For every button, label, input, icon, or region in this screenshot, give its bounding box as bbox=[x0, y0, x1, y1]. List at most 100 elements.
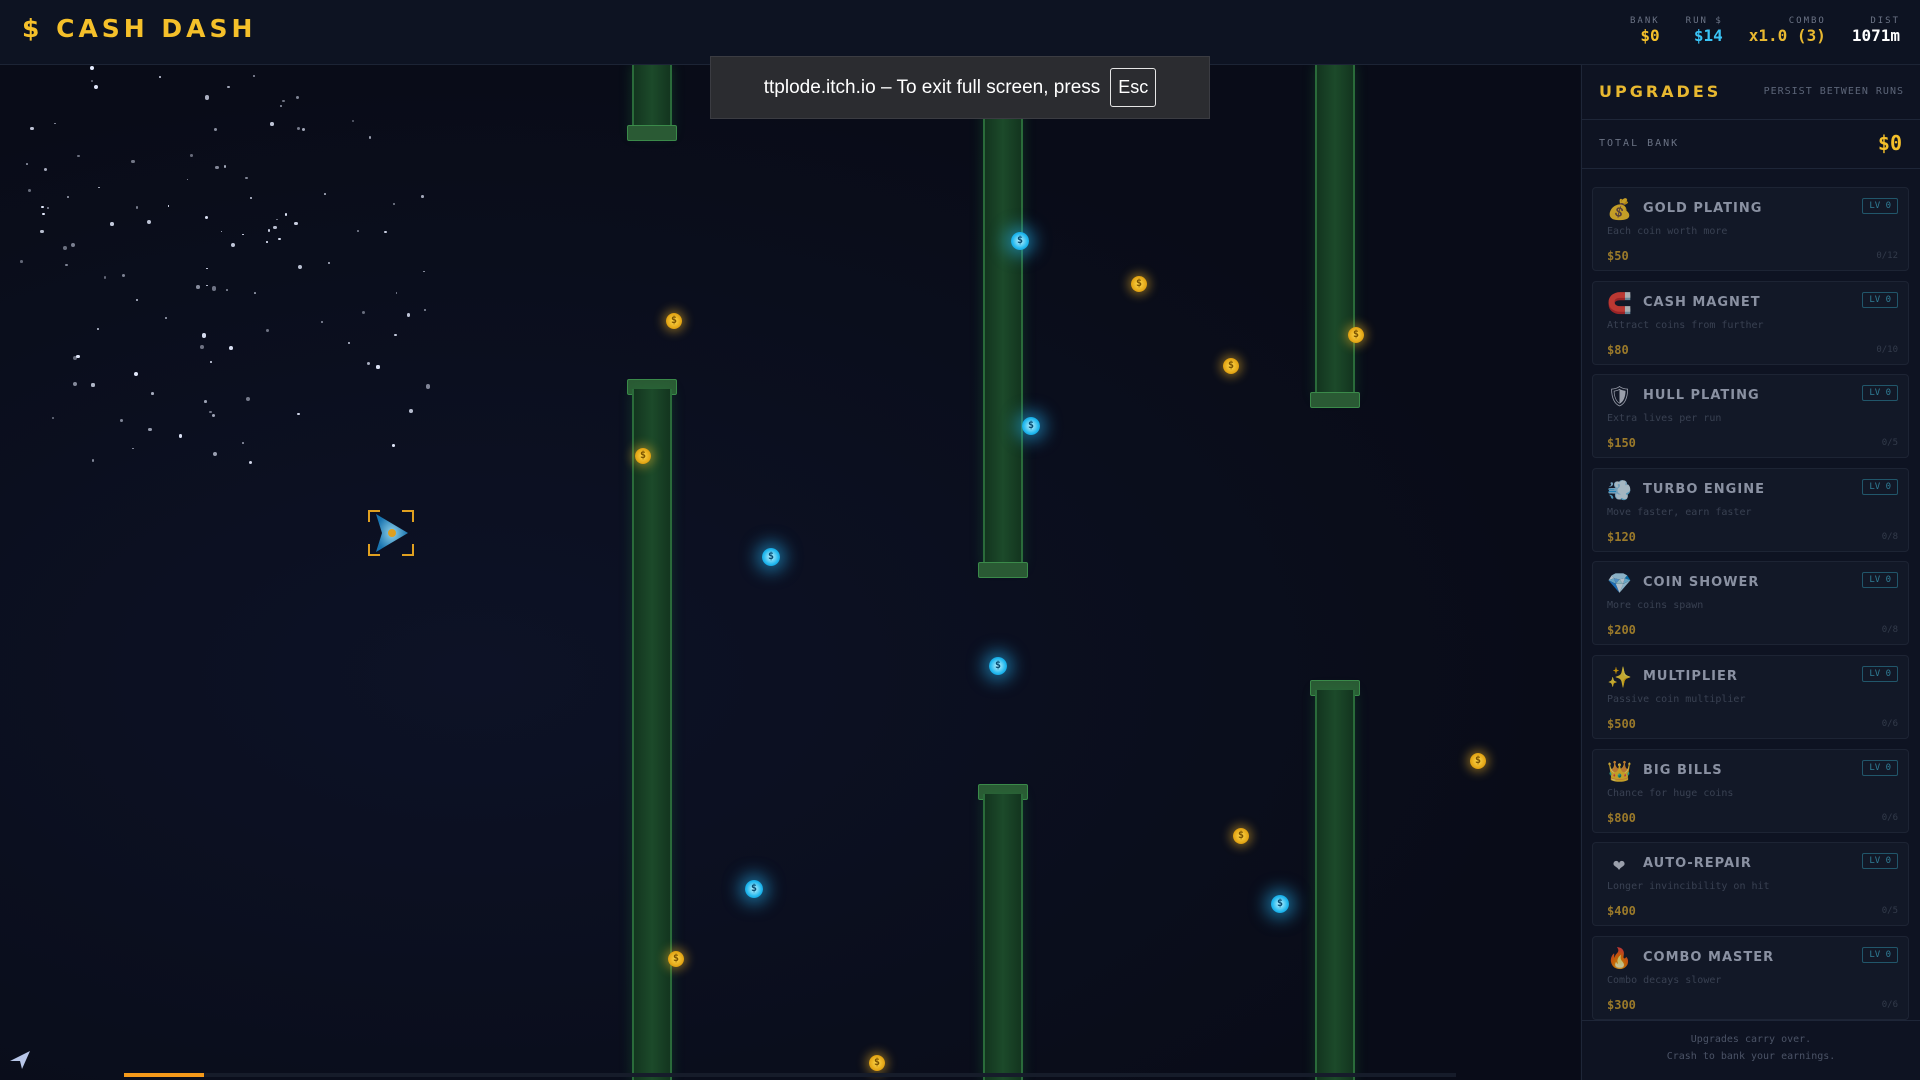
star bbox=[249, 197, 252, 200]
star bbox=[302, 128, 306, 132]
star bbox=[110, 222, 114, 226]
upgrade-level-badge: LV 0 bbox=[1862, 666, 1898, 682]
stat-value: 1071m bbox=[1851, 26, 1900, 45]
star bbox=[273, 225, 277, 230]
star bbox=[148, 428, 152, 432]
upgrade-card-cash-magnet[interactable]: 🧲 CASH MAGNET LV 0 Attract coins from furth… bbox=[1592, 280, 1909, 365]
game-canvas[interactable]: $ $ $ $ $ $ $ $ $ $ $ $ $ $ $ bbox=[0, 65, 1580, 1080]
star bbox=[63, 246, 68, 251]
star bbox=[409, 409, 413, 413]
star bbox=[206, 284, 208, 287]
upgrade-card-big-bills[interactable]: 👑 BIG BILLS LV 0 Chance for huge coins $800 0… bbox=[1592, 748, 1909, 833]
star bbox=[91, 383, 95, 387]
star bbox=[178, 433, 183, 438]
gold-coin: $ bbox=[1470, 753, 1486, 769]
star bbox=[395, 292, 398, 295]
panel-header: UPGRADES PERSIST BETWEEN RUNS bbox=[1582, 65, 1920, 120]
upgrade-card-coin-shower[interactable]: 💎 COIN SHOWER LV 0 More coins spawn $200 0/8 bbox=[1592, 561, 1909, 646]
upgrade-card-multiplier[interactable]: ✨ MULTIPLIER LV 0 Passive coin multiplier $5… bbox=[1592, 655, 1909, 739]
run-progress-bar bbox=[124, 1073, 1456, 1077]
star bbox=[384, 230, 387, 234]
upgrade-description: Each coin worth more bbox=[1607, 226, 1728, 237]
star bbox=[278, 237, 282, 241]
star bbox=[41, 205, 44, 209]
star bbox=[293, 221, 298, 226]
upgrade-level-badge: LV 0 bbox=[1862, 291, 1898, 308]
star bbox=[46, 207, 50, 210]
upgrade-cost: $120 bbox=[1607, 529, 1636, 544]
star bbox=[97, 328, 100, 331]
gold-coin: $ bbox=[869, 1055, 885, 1071]
star bbox=[214, 127, 218, 131]
gold-coin: $ bbox=[1233, 828, 1249, 844]
upgrade-card-gold-plating[interactable]: 💰 GOLD PLATING LV 0 Each coin worth more $50… bbox=[1592, 187, 1909, 271]
panel-title: UPGRADES bbox=[1599, 82, 1722, 101]
stat-value: x1.0 (3) bbox=[1748, 26, 1826, 45]
star bbox=[28, 188, 32, 193]
upgrade-cost: $200 bbox=[1607, 623, 1636, 638]
star bbox=[394, 333, 397, 337]
blue-gem-coin: $ bbox=[1022, 417, 1040, 435]
upgrade-name: COIN SHOWER bbox=[1643, 575, 1760, 591]
upgrade-name: CASH MAGNET bbox=[1643, 294, 1761, 310]
star bbox=[230, 242, 236, 247]
star bbox=[146, 219, 151, 224]
upgrade-card-hull-plating[interactable]: 🛡 HULL PLATING LV 0 Extra lives per run $150… bbox=[1592, 374, 1909, 459]
player-ship bbox=[368, 510, 414, 556]
star bbox=[253, 291, 256, 294]
upgrade-name: MULTIPLIER bbox=[1643, 669, 1738, 684]
star bbox=[282, 99, 285, 103]
pipe-cap bbox=[978, 562, 1028, 578]
star bbox=[366, 362, 371, 366]
star bbox=[135, 206, 139, 209]
gold-coin: $ bbox=[668, 951, 684, 967]
star bbox=[130, 159, 135, 164]
upgrade-level-badge: LV 0 bbox=[1862, 946, 1898, 963]
star bbox=[104, 276, 107, 279]
upgrade-cost: $50 bbox=[1607, 249, 1629, 263]
stat-label: DIST bbox=[1870, 16, 1900, 26]
upgrade-card-combo-master[interactable]: 🔥 COMBO MASTER LV 0 Combo decays slower $300… bbox=[1592, 935, 1909, 1020]
upgrade-cost: $800 bbox=[1607, 810, 1636, 825]
star bbox=[266, 241, 268, 244]
panel-footer: Upgrades carry over. Crash to bank your … bbox=[1582, 1020, 1920, 1080]
pipe-top bbox=[1315, 65, 1355, 397]
star bbox=[64, 263, 68, 267]
star bbox=[90, 79, 93, 82]
total-bank-label: TOTAL BANK bbox=[1599, 138, 1680, 149]
star bbox=[227, 85, 230, 89]
star bbox=[200, 345, 204, 350]
upgrade-description: More coins spawn bbox=[1607, 600, 1704, 612]
star bbox=[352, 119, 355, 122]
star bbox=[209, 360, 213, 364]
star bbox=[212, 451, 217, 456]
blue-gem-coin: $ bbox=[989, 657, 1007, 675]
star bbox=[241, 442, 244, 444]
upgrade-card-auto-repair[interactable]: ❤ AUTO-REPAIR LV 0 Longer invincibility on … bbox=[1592, 842, 1909, 927]
target-bracket bbox=[402, 544, 414, 556]
fullscreen-notice-text: ttplode.itch.io – To exit full screen, p… bbox=[763, 76, 1101, 98]
star bbox=[208, 410, 212, 414]
upgrade-card-turbo-engine[interactable]: 💨 TURBO ENGINE LV 0 Move faster, earn faste… bbox=[1592, 467, 1909, 552]
stat-bank: BANK $0 bbox=[1630, 16, 1660, 46]
upgrade-name: TURBO ENGINE bbox=[1643, 481, 1765, 497]
star bbox=[151, 391, 155, 395]
gold-coin: $ bbox=[1348, 327, 1364, 343]
star bbox=[90, 66, 95, 71]
footer-line: Upgrades carry over. bbox=[1690, 1034, 1812, 1045]
target-bracket bbox=[368, 544, 380, 556]
sparkles-icon: ✨ bbox=[1607, 665, 1632, 689]
upgrade-name: BIG BILLS bbox=[1643, 762, 1723, 778]
upgrade-progress: 0/10 bbox=[1876, 344, 1898, 355]
star bbox=[54, 122, 57, 125]
star bbox=[284, 213, 288, 216]
upgrade-cost: $150 bbox=[1607, 436, 1636, 451]
star bbox=[121, 273, 126, 277]
upgrade-progress: 0/5 bbox=[1881, 906, 1898, 917]
blue-gem-coin: $ bbox=[1271, 895, 1289, 913]
star bbox=[201, 333, 206, 338]
star bbox=[120, 418, 124, 422]
star bbox=[52, 417, 55, 420]
pipe-bottom bbox=[1315, 690, 1355, 1080]
star bbox=[25, 163, 28, 165]
